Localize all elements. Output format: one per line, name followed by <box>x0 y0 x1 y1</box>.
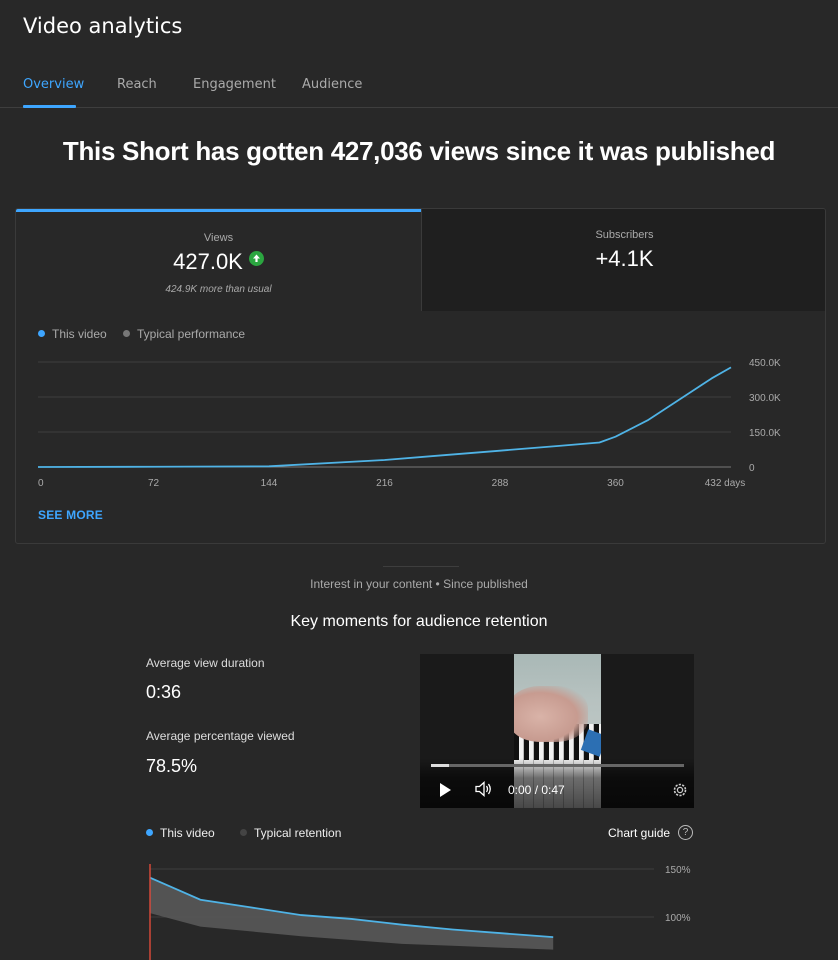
views-comparison-note: 424.9K more than usual <box>165 284 272 295</box>
legend-label: Typical retention <box>254 826 342 840</box>
y-tick-label: 150.0K <box>749 428 781 439</box>
tab-audience[interactable]: Audience <box>302 77 362 92</box>
legend-label: This video <box>52 327 107 341</box>
avg-view-duration-value: 0:36 <box>146 682 182 702</box>
arrow-up-circle-icon <box>248 251 264 266</box>
retention-subtitle: Interest in your content • Since publish… <box>310 577 528 591</box>
y-tick-label: 300.0K <box>749 393 781 404</box>
legend-typical: Typical performance <box>123 327 245 341</box>
page-title: Video analytics <box>23 14 183 38</box>
legend-dot-icon <box>123 330 130 337</box>
legend-this-video: This video <box>38 327 107 341</box>
views-line-chart: 0 150.0K 300.0K 450.0K 0 72 144 216 288 360 432 da… <box>37 358 781 489</box>
typical-retention-band <box>150 877 554 950</box>
legend-label: This video <box>160 826 215 840</box>
y-tick-label: 450.0K <box>749 358 781 369</box>
retention-legend-typical: Typical retention <box>240 826 341 840</box>
x-tick-label: 0 <box>38 478 44 489</box>
volume-icon[interactable] <box>475 781 493 797</box>
views-card: Views 427.0K 424.9K more than usual Subs… <box>15 208 826 544</box>
y-tick-label: 150% <box>665 865 691 876</box>
avg-percentage-value: 78.5% <box>146 756 198 776</box>
header: Video analytics Overview Reach Engagemen… <box>0 0 838 108</box>
active-tab-indicator <box>23 105 76 108</box>
avg-view-duration-label: Average view duration <box>146 656 265 670</box>
y-tick-label: 0 <box>749 463 755 474</box>
retention-area-chart: 100% 150% <box>149 864 691 960</box>
legend-label: Typical performance <box>137 327 246 341</box>
x-tick-label: 360 <box>607 478 624 489</box>
x-tick-label: 216 <box>376 478 393 489</box>
gear-icon[interactable] <box>671 781 689 799</box>
see-more-link[interactable]: SEE MORE <box>38 508 103 522</box>
x-tick-label: 144 <box>261 478 278 489</box>
headline: This Short has gotten 427,036 views sinc… <box>62 136 776 166</box>
help-icon[interactable]: ? <box>678 825 693 840</box>
seek-bar[interactable] <box>431 764 684 767</box>
subscribers-metric-tab[interactable]: Subscribers +4.1K <box>421 209 825 311</box>
subscribers-value: +4.1K <box>595 246 654 271</box>
y-tick-label: 100% <box>665 913 691 924</box>
tab-overview[interactable]: Overview <box>23 77 84 92</box>
x-tick-label: 72 <box>148 478 160 489</box>
avg-percentage-label: Average percentage viewed <box>146 729 295 743</box>
retention-title: Key moments for audience retention <box>290 613 548 630</box>
section-divider <box>383 566 459 567</box>
legend-dot-icon <box>146 829 153 836</box>
views-value-row: 427.0K <box>16 249 421 275</box>
subscribers-label: Subscribers <box>595 229 654 241</box>
chart-guide-link[interactable]: Chart guide <box>608 826 670 840</box>
time-display: 0:00 / 0:47 <box>508 783 565 797</box>
views-metric-tab[interactable]: Views 427.0K 424.9K more than usual <box>16 209 421 311</box>
video-player[interactable]: 0:00 / 0:47 <box>420 654 694 808</box>
series-line-this-video <box>37 366 732 468</box>
legend-dot-icon <box>38 330 45 337</box>
views-label: Views <box>203 232 234 244</box>
tab-reach[interactable]: Reach <box>117 77 157 92</box>
legend-dot-icon <box>240 829 247 836</box>
tab-bar: Overview Reach Engagement Audience <box>0 70 838 108</box>
tab-engagement[interactable]: Engagement <box>193 77 276 92</box>
views-value: 427.0K <box>173 249 243 274</box>
hand <box>514 686 588 742</box>
play-icon[interactable] <box>440 783 451 797</box>
x-tick-label: 432 days <box>705 478 746 489</box>
seek-bar-fill <box>431 764 449 767</box>
retention-legend-this-video: This video <box>146 826 215 840</box>
x-tick-label: 288 <box>492 478 509 489</box>
